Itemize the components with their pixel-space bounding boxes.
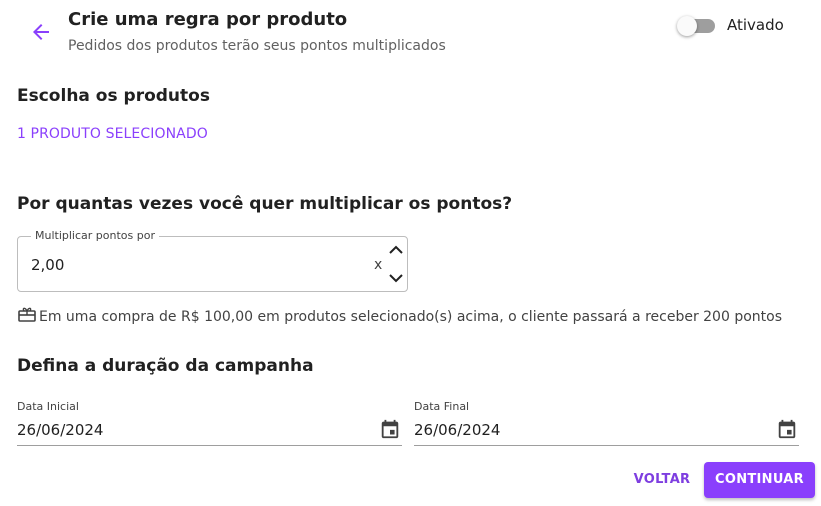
start-date-label: Data Inicial bbox=[17, 400, 79, 413]
multiplier-field-label: Multiplicar pontos por bbox=[31, 229, 159, 242]
products-section-title: Escolha os produtos bbox=[17, 86, 210, 106]
toggle-label: Ativado bbox=[727, 16, 784, 34]
active-toggle[interactable] bbox=[677, 16, 715, 36]
selected-products-link[interactable]: 1 PRODUTO SELECIONADO bbox=[17, 126, 208, 142]
calendar-icon[interactable] bbox=[379, 418, 401, 440]
page-title: Crie uma regra por produto bbox=[68, 9, 348, 30]
calendar-icon[interactable] bbox=[776, 418, 798, 440]
toggle-knob bbox=[677, 16, 697, 36]
start-date-field[interactable]: Data Inicial 26/06/2024 bbox=[17, 398, 402, 446]
chevron-down-icon[interactable] bbox=[387, 270, 405, 286]
back-button[interactable]: VOLTAR bbox=[628, 465, 696, 495]
multiplier-suffix: x bbox=[374, 257, 383, 273]
multiplier-info-text: Em uma compra de R$ 100,00 em produtos s… bbox=[39, 309, 782, 325]
end-date-label: Data Final bbox=[414, 400, 470, 413]
multiplier-input[interactable] bbox=[31, 254, 361, 276]
multiplier-field: Multiplicar pontos por x bbox=[17, 229, 408, 292]
page-subtitle: Pedidos dos produtos terão seus pontos m… bbox=[68, 38, 446, 54]
end-date-value[interactable]: 26/06/2024 bbox=[414, 421, 500, 439]
duration-section-title: Defina a duração da campanha bbox=[17, 356, 314, 376]
gift-card-icon bbox=[17, 305, 37, 325]
continue-button[interactable]: CONTINUAR bbox=[704, 462, 815, 498]
end-date-field[interactable]: Data Final 26/06/2024 bbox=[414, 398, 799, 446]
start-date-value[interactable]: 26/06/2024 bbox=[17, 421, 103, 439]
chevron-up-icon[interactable] bbox=[387, 242, 405, 258]
multiplier-section-title: Por quantas vezes você quer multiplicar … bbox=[17, 194, 513, 214]
back-arrow-icon[interactable] bbox=[29, 20, 53, 44]
